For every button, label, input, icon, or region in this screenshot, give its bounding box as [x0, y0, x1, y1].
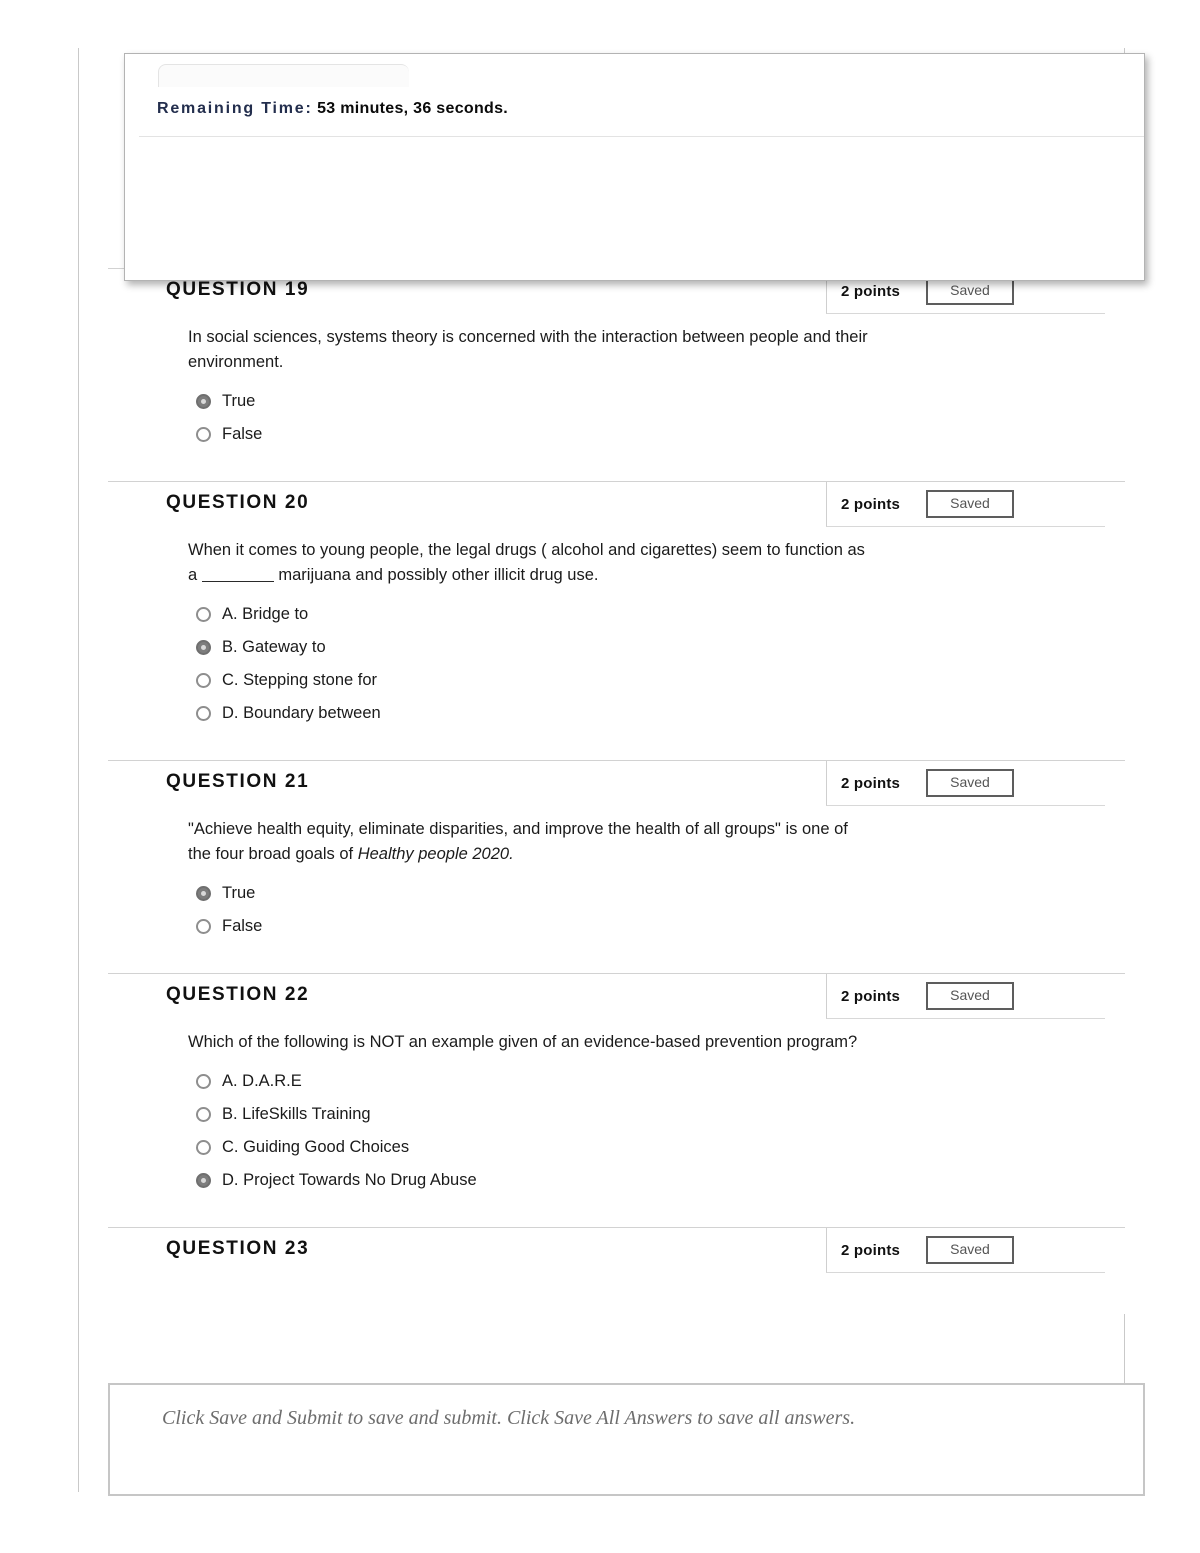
question-points: 2 points [841, 1241, 901, 1259]
question-text: When it comes to young people, the legal… [188, 538, 868, 588]
question-text-part: marijuana and possibly other illicit dru… [278, 566, 599, 584]
answer-option-label: D. Boundary between [222, 704, 381, 722]
answer-option-label: B. Gateway to [222, 638, 326, 656]
answer-option[interactable]: A. Bridge to [196, 598, 1125, 631]
answer-option-label: C. Stepping stone for [222, 671, 378, 689]
remaining-time-panel: Remaining Time: 53 minutes, 36 seconds. [124, 53, 1145, 281]
question-status-badge[interactable]: Saved [926, 982, 1014, 1010]
question-body [108, 1272, 1125, 1314]
save-instructions-panel: Click Save and Submit to save and submit… [108, 1383, 1145, 1496]
question-status-badge[interactable]: Saved [926, 769, 1014, 797]
remaining-time-label: Remaining Time: [157, 100, 313, 117]
question-spacer [108, 943, 1125, 973]
question-block: QUESTION 19 2 points Saved In social scienc… [108, 268, 1125, 481]
question-body: In social sciences, systems theory is co… [108, 313, 1125, 481]
answer-option[interactable]: C. Stepping stone for [196, 664, 1125, 697]
question-title: QUESTION 22 [166, 984, 310, 1005]
radio-button-icon[interactable] [196, 706, 211, 721]
question-title: QUESTION 23 [166, 1238, 310, 1259]
radio-button-icon[interactable] [196, 673, 211, 688]
question-spacer [108, 730, 1125, 760]
radio-button-selected-icon[interactable] [196, 886, 211, 901]
question-spacer [108, 1197, 1125, 1227]
answer-option[interactable]: D. Project Towards No Drug Abuse [196, 1164, 1125, 1197]
question-text-italic: Healthy people 2020. [357, 845, 514, 863]
answer-option-label: A. D.A.R.E [222, 1072, 302, 1090]
remaining-time-text: Remaining Time: 53 minutes, 36 seconds. [157, 100, 508, 118]
question-header: QUESTION 20 2 points Saved [108, 482, 1125, 527]
answer-options: True False [196, 385, 1125, 451]
answer-option-label: D. Project Towards No Drug Abuse [222, 1171, 477, 1189]
question-status-badge[interactable]: Saved [926, 490, 1014, 518]
question-text-part: "Achieve health equity, eliminate dispar… [188, 820, 848, 863]
question-body: Which of the following is NOT an example… [108, 1018, 1125, 1227]
question-status-badge[interactable]: Saved [926, 1236, 1014, 1264]
question-block: QUESTION 22 2 points Saved Which of the fol… [108, 973, 1125, 1227]
question-header: QUESTION 23 2 points Saved [108, 1228, 1125, 1273]
radio-button-icon[interactable] [196, 427, 211, 442]
answer-option[interactable]: True [196, 385, 1125, 418]
question-points: 2 points [841, 495, 901, 513]
question-block: QUESTION 21 2 points Saved "Achieve health … [108, 760, 1125, 973]
answer-options: A. Bridge to B. Gateway to C. Stepping sto… [196, 598, 1125, 730]
question-spacer [108, 1284, 1125, 1314]
answer-option[interactable]: B. LifeSkills Training [196, 1098, 1125, 1131]
answer-option-label: A. Bridge to [222, 605, 309, 623]
answer-option-label: False [222, 917, 263, 935]
answer-option[interactable]: D. Boundary between [196, 697, 1125, 730]
radio-button-icon[interactable] [196, 607, 211, 622]
answer-option[interactable]: A. D.A.R.E [196, 1065, 1125, 1098]
question-meta: 2 points Saved [826, 1228, 1105, 1273]
question-points: 2 points [841, 987, 901, 1005]
remaining-time-value: 53 minutes, 36 seconds. [317, 100, 509, 117]
radio-button-icon[interactable] [196, 1107, 211, 1122]
question-block: QUESTION 20 2 points Saved When it comes to… [108, 481, 1125, 760]
question-meta: 2 points Saved [826, 761, 1105, 806]
radio-button-icon[interactable] [196, 1140, 211, 1155]
question-header: QUESTION 21 2 points Saved [108, 761, 1125, 806]
timer-tab-shape [158, 64, 409, 87]
question-title: QUESTION 19 [166, 279, 310, 300]
answer-option-label: False [222, 425, 263, 443]
answer-option-label: True [222, 392, 256, 410]
question-text: "Achieve health equity, eliminate dispar… [188, 817, 868, 867]
question-points: 2 points [841, 282, 901, 300]
radio-button-icon[interactable] [196, 1074, 211, 1089]
answer-option-label: B. LifeSkills Training [222, 1105, 371, 1123]
save-instructions-text: Click Save and Submit to save and submit… [162, 1407, 856, 1429]
question-text-part: Which of the following is NOT an example… [188, 1033, 858, 1051]
answer-option-label: C. Guiding Good Choices [222, 1138, 410, 1156]
question-title: QUESTION 20 [166, 492, 310, 513]
question-text-part: In social sciences, systems theory is co… [188, 328, 868, 371]
radio-button-icon[interactable] [196, 919, 211, 934]
questions-list: QUESTION 19 2 points Saved In social scienc… [108, 268, 1125, 1314]
answer-options: A. D.A.R.E B. LifeSkills Training C. Guidi… [196, 1065, 1125, 1197]
question-points: 2 points [841, 774, 901, 792]
answer-option-label: True [222, 884, 256, 902]
radio-button-selected-icon[interactable] [196, 1173, 211, 1188]
question-body: When it comes to young people, the legal… [108, 526, 1125, 760]
question-meta: 2 points Saved [826, 974, 1105, 1019]
question-text: Which of the following is NOT an example… [188, 1030, 868, 1055]
answer-option[interactable]: True [196, 877, 1125, 910]
question-header: QUESTION 22 2 points Saved [108, 974, 1125, 1019]
question-title: QUESTION 21 [166, 771, 310, 792]
answer-option[interactable]: B. Gateway to [196, 631, 1125, 664]
radio-button-selected-icon[interactable] [196, 394, 211, 409]
timer-divider [139, 136, 1144, 137]
question-spacer [108, 451, 1125, 481]
question-block: QUESTION 23 2 points Saved [108, 1227, 1125, 1314]
question-body: "Achieve health equity, eliminate dispar… [108, 805, 1125, 973]
answer-option[interactable]: C. Guiding Good Choices [196, 1131, 1125, 1164]
answer-options: True False [196, 877, 1125, 943]
question-text: In social sciences, systems theory is co… [188, 325, 868, 375]
radio-button-selected-icon[interactable] [196, 640, 211, 655]
answer-option[interactable]: False [196, 418, 1125, 451]
question-meta: 2 points Saved [826, 482, 1105, 527]
question-status-badge[interactable]: Saved [926, 277, 1014, 305]
fill-in-blank [201, 581, 274, 582]
answer-option[interactable]: False [196, 910, 1125, 943]
